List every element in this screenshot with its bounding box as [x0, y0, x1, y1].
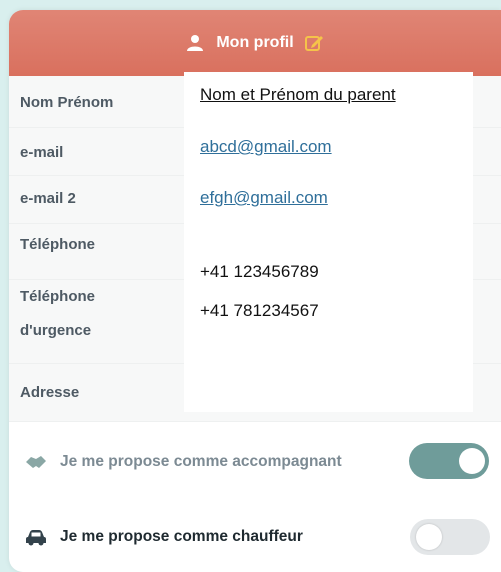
profile-values-panel: Nom et Prénom du parent abcd@gmail.com e… [184, 72, 473, 412]
email2-label: e-mail 2 [20, 190, 76, 207]
chauffeur-toggle[interactable] [410, 519, 490, 555]
phone-value: +41 123456789 [200, 262, 319, 281]
profile-title: Mon profil [216, 34, 294, 51]
edit-icon[interactable] [304, 33, 324, 53]
handshake-icon [26, 456, 46, 468]
email-value[interactable]: abcd@gmail.com [200, 137, 332, 157]
profile-header: Mon profil [9, 10, 501, 76]
name-value: Nom et Prénom du parent [200, 85, 396, 104]
accompagnant-toggle-knob [459, 448, 485, 474]
address-label: Adresse [20, 384, 80, 401]
emergency-label-line1: Téléphone [20, 288, 96, 305]
chauffeur-label: Je me propose comme chauffeur [60, 528, 303, 545]
phone-label: Téléphone [20, 236, 96, 253]
emergency-label-line2: d'urgence [20, 322, 92, 339]
car-icon [26, 530, 46, 546]
email2-value[interactable]: efgh@gmail.com [200, 188, 328, 208]
name-label: Nom Prénom [20, 94, 114, 111]
chauffeur-toggle-knob [416, 524, 442, 550]
toggle-row-accompagnant: Je me propose comme accompagnant [9, 442, 501, 482]
email-label: e-mail [20, 144, 64, 161]
accompagnant-toggle[interactable] [409, 443, 489, 479]
accompagnant-label: Je me propose comme accompagnant [60, 453, 342, 470]
user-icon [187, 35, 204, 51]
emergency-phone-value: +41 781234567 [200, 301, 319, 320]
toggle-row-chauffeur: Je me propose comme chauffeur [9, 517, 501, 557]
